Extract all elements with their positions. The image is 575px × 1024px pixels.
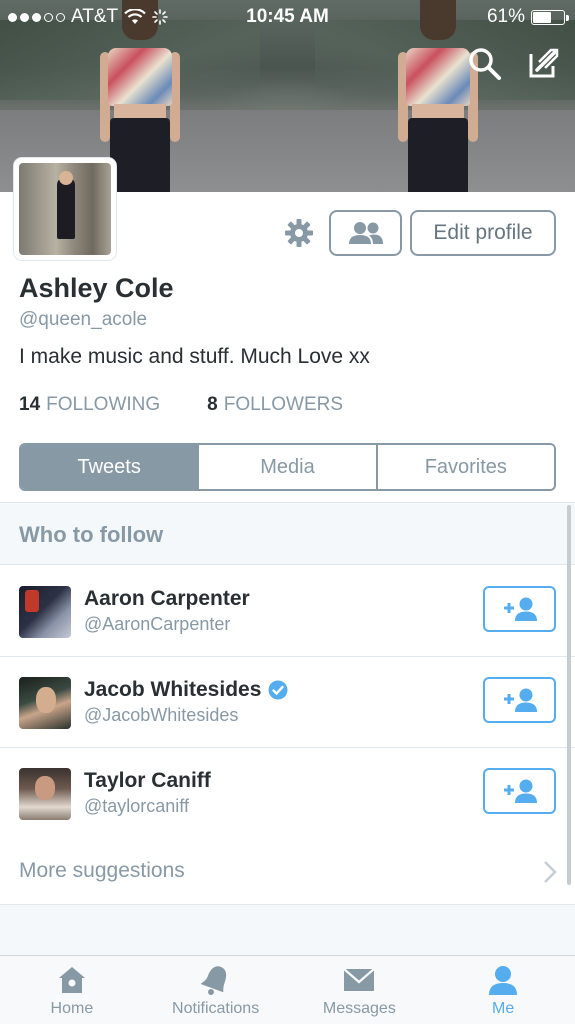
- battery-percent: 61%: [486, 6, 525, 27]
- suggestion-row[interactable]: Jacob Whitesides @JacobWhitesides: [0, 657, 575, 748]
- home-icon: [58, 967, 85, 993]
- tab-me-label: Me: [492, 1000, 515, 1017]
- more-suggestions-label: More suggestions: [19, 859, 185, 882]
- bell-icon: [200, 966, 226, 995]
- list-footer-space: [0, 905, 575, 955]
- tab-tweets[interactable]: Tweets: [21, 445, 198, 489]
- tab-notifications[interactable]: Notifications: [144, 956, 288, 1024]
- tab-home-label: Home: [50, 1000, 94, 1017]
- profile-tabs: Tweets Media Favorites: [19, 443, 556, 491]
- profile-bio: I make music and stuff. Much Love xx: [19, 345, 370, 368]
- person-icon: [489, 966, 518, 995]
- search-icon[interactable]: [467, 46, 503, 82]
- follow-button[interactable]: [483, 768, 556, 814]
- scroll-indicator: [567, 505, 571, 885]
- profile-name: Ashley Cole: [19, 273, 174, 303]
- following-count-link[interactable]: 14 FOLLOWING: [19, 394, 160, 416]
- profile-avatar[interactable]: [14, 158, 116, 260]
- who-to-follow-title: Who to follow: [19, 522, 164, 547]
- status-bar: AT&T 10:45 AM 61%: [0, 0, 575, 32]
- followers-count: 8: [207, 394, 218, 415]
- add-user-icon: [503, 597, 537, 621]
- avatar-image: [19, 163, 111, 255]
- followers-count-link[interactable]: 8 FOLLOWERS: [207, 394, 343, 416]
- user-handle: @taylorcaniff: [84, 796, 189, 816]
- follow-button[interactable]: [483, 677, 556, 723]
- user-name: Aaron Carpenter: [84, 587, 250, 610]
- envelope-icon: [343, 968, 376, 991]
- followers-label: FOLLOWERS: [223, 394, 344, 415]
- user-handle: @JacobWhitesides: [84, 705, 239, 725]
- settings-gear-button[interactable]: [277, 210, 321, 256]
- tab-favorites[interactable]: Favorites: [375, 445, 554, 489]
- compose-tweet-icon[interactable]: [525, 46, 561, 82]
- suggestion-row[interactable]: Aaron Carpenter @AaronCarpenter: [0, 566, 575, 657]
- user-avatar: [19, 677, 71, 729]
- add-user-icon: [503, 688, 537, 712]
- lists-button[interactable]: [329, 210, 402, 256]
- following-label: FOLLOWING: [46, 394, 161, 415]
- profile-handle: @queen_acole: [19, 309, 148, 330]
- tab-messages[interactable]: Messages: [288, 956, 432, 1024]
- edit-profile-button[interactable]: Edit profile: [410, 210, 556, 256]
- battery-icon: [531, 9, 569, 25]
- tab-messages-label: Messages: [322, 1000, 396, 1017]
- who-to-follow-header: Who to follow: [0, 502, 575, 565]
- tab-me[interactable]: Me: [431, 956, 575, 1024]
- tab-media[interactable]: Media: [197, 445, 376, 489]
- user-name: Jacob Whitesides: [84, 678, 288, 702]
- verified-badge-icon: [268, 680, 288, 700]
- people-icon: [348, 222, 383, 244]
- bottom-tab-bar: Home Notifications Messages Me: [0, 955, 575, 1024]
- follow-counts: 14 FOLLOWING 8 FOLLOWERS: [19, 394, 343, 416]
- tab-home[interactable]: Home: [0, 956, 144, 1024]
- more-suggestions-row[interactable]: More suggestions: [0, 838, 575, 905]
- add-user-icon: [503, 779, 537, 803]
- user-avatar: [19, 586, 71, 638]
- chevron-right-icon: [544, 861, 557, 883]
- gear-icon: [285, 219, 313, 247]
- user-handle: @AaronCarpenter: [84, 614, 231, 634]
- tab-notifications-label: Notifications: [172, 1000, 260, 1017]
- following-count: 14: [19, 394, 41, 415]
- suggestion-row[interactable]: Taylor Caniff @taylorcaniff: [0, 748, 575, 839]
- follow-button[interactable]: [483, 586, 556, 632]
- user-name: Taylor Caniff: [84, 769, 211, 792]
- user-avatar: [19, 768, 71, 820]
